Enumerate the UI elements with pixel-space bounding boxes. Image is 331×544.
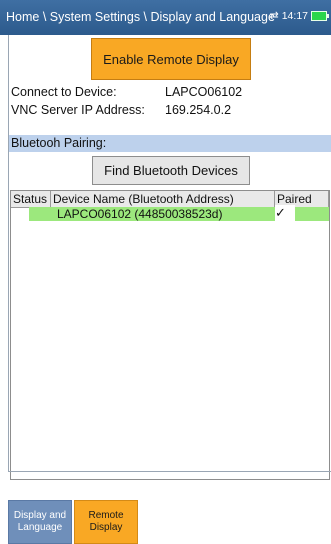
main-panel: Enable Remote Display Connect to Device:… [8, 35, 331, 480]
bottom-tab-bar: Display and Language Remote Display [0, 500, 331, 544]
breadcrumb[interactable]: Home \ System Settings \ Display and Lan… [6, 10, 275, 24]
bluetooth-section-header: Bluetooh Pairing: [9, 135, 331, 152]
divider [8, 471, 331, 472]
check-icon: ✓ [275, 205, 295, 221]
find-bluetooth-devices-button[interactable]: Find Bluetooth Devices [92, 156, 250, 185]
column-device-name[interactable]: Device Name (Bluetooth Address) [51, 191, 275, 207]
bluetooth-device-table[interactable]: Status Device Name (Bluetooth Address) P… [10, 190, 330, 480]
connect-value: LAPCO06102 [165, 85, 243, 99]
clock: 14:17 [281, 10, 308, 22]
status-area: ⇄ 14:17 [269, 9, 329, 22]
device-name-cell: LAPCO06102 (44850038523d) [57, 207, 223, 221]
enable-remote-display-button[interactable]: Enable Remote Display [91, 38, 251, 80]
tab-remote-display[interactable]: Remote Display [74, 500, 138, 544]
tab-display-and-language[interactable]: Display and Language [8, 500, 72, 544]
title-bar: Home \ System Settings \ Display and Lan… [0, 0, 331, 35]
vnc-value: 169.254.0.2 [165, 103, 232, 117]
table-row[interactable]: LAPCO06102 (44850038523d) ✓ [29, 205, 329, 221]
column-status[interactable]: Status [11, 191, 51, 207]
vnc-row: VNC Server IP Address: 169.254.0.2 [11, 103, 231, 117]
vnc-label: VNC Server IP Address: [11, 103, 145, 117]
connect-row: Connect to Device: LAPCO06102 [11, 85, 242, 99]
swap-arrows-icon: ⇄ [269, 9, 279, 22]
connect-label: Connect to Device: [11, 85, 117, 99]
battery-icon [311, 11, 329, 21]
